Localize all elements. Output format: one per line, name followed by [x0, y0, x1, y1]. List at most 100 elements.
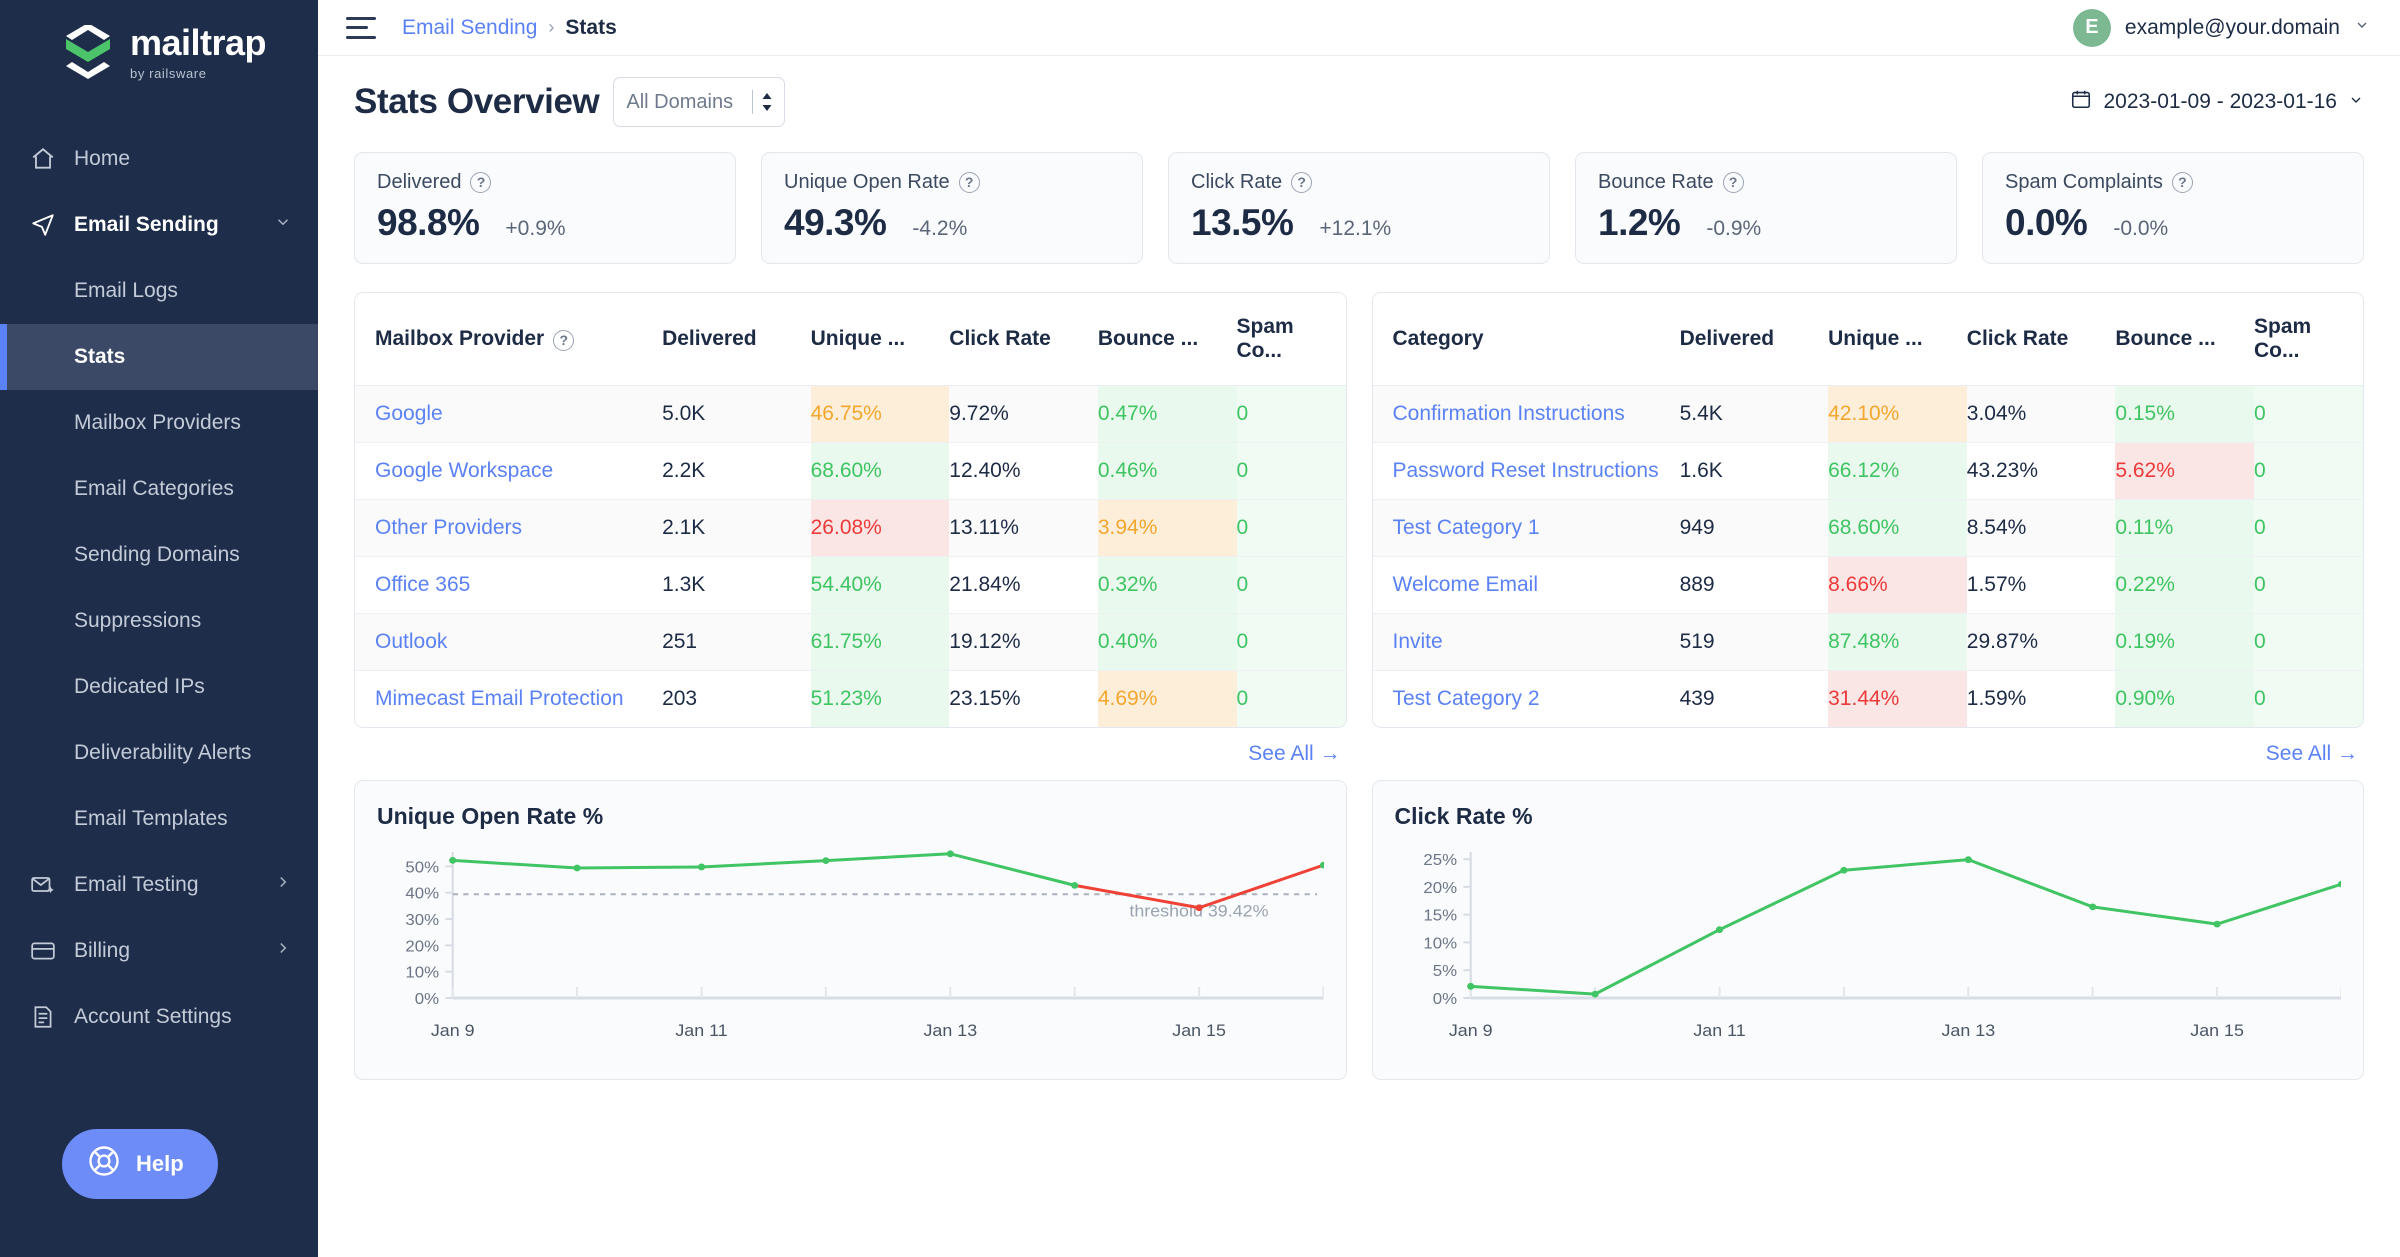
column-header[interactable]: Mailbox Provider?: [355, 293, 663, 386]
help-icon[interactable]: ?: [553, 330, 575, 351]
row-name-link[interactable]: Test Category 1: [1393, 516, 1540, 539]
row-name-link[interactable]: Mimecast Email Protection: [375, 687, 624, 710]
table-row[interactable]: Google 5.0K 46.75% 9.72% 0.47% 0: [355, 385, 1346, 443]
table-row[interactable]: Confirmation Instructions 5.4K 42.10% 3.04%…: [1372, 385, 2363, 443]
sidebar-item-label: Email Templates: [74, 807, 228, 830]
bounce-rate-cell: 4.69%: [1097, 670, 1237, 727]
brand-logo[interactable]: mailtrap by railsware: [0, 0, 318, 106]
row-name-link[interactable]: Invite: [1393, 630, 1443, 653]
table-row[interactable]: Office 365 1.3K 54.40% 21.84% 0.32% 0: [355, 556, 1346, 614]
kpi-delta: -0.9%: [1706, 217, 1762, 240]
column-header[interactable]: Click Rate: [1966, 293, 2116, 386]
table-row[interactable]: Invite 519 87.48% 29.87% 0.19% 0: [1372, 613, 2363, 671]
kpi-label: Spam Complaints ?: [2005, 171, 2341, 194]
row-name-cell[interactable]: Office 365: [355, 556, 663, 614]
help-icon[interactable]: ?: [958, 172, 980, 193]
chevron-right-icon[interactable]: [274, 939, 292, 963]
date-range-picker[interactable]: 2023-01-09 - 2023-01-16: [2070, 88, 2364, 116]
chevron-down-icon[interactable]: [2354, 17, 2370, 38]
column-header[interactable]: Bounce ...: [2115, 293, 2254, 386]
row-name-link[interactable]: Office 365: [375, 573, 470, 596]
sidebar-item-dedicated-ips[interactable]: Dedicated IPs: [0, 654, 318, 720]
table-row[interactable]: Test Category 2 439 31.44% 1.59% 0.90% 0: [1373, 670, 2363, 728]
breadcrumb-parent-link[interactable]: Email Sending: [402, 16, 537, 40]
row-name-link[interactable]: Google Workspace: [375, 459, 553, 482]
sidebar-item-account-settings[interactable]: Account Settings: [0, 984, 318, 1050]
sidebar-item-email-categories[interactable]: Email Categories: [0, 456, 318, 522]
column-header[interactable]: Unique ...: [810, 293, 950, 386]
bounce-rate-cell: 0.40%: [1097, 613, 1237, 671]
column-header[interactable]: Delivered: [1679, 293, 1829, 386]
help-icon[interactable]: ?: [470, 172, 492, 193]
sidebar-item-stats[interactable]: Stats: [0, 324, 318, 390]
row-name-cell[interactable]: Password Reset Instructions: [1372, 442, 1680, 500]
table-row[interactable]: Other Providers 2.1K 26.08% 13.11% 3.94% 0: [355, 499, 1346, 557]
row-name-cell[interactable]: Test Category 2: [1373, 671, 1680, 728]
domain-filter-select[interactable]: All Domains: [613, 77, 786, 127]
see-all-link-providers[interactable]: See All →: [1248, 742, 1340, 766]
svg-text:0%: 0%: [415, 990, 439, 1008]
row-name-cell[interactable]: Welcome Email: [1372, 556, 1680, 614]
sidebar-item-label: Email Logs: [74, 279, 178, 302]
svg-text:Jan 15: Jan 15: [1172, 1020, 1226, 1039]
help-icon[interactable]: ?: [2171, 172, 2193, 193]
column-header[interactable]: Click Rate: [949, 293, 1098, 386]
column-header[interactable]: Bounce ...: [1097, 293, 1237, 386]
row-name-link[interactable]: Password Reset Instructions: [1393, 459, 1659, 482]
menu-toggle-icon[interactable]: [346, 16, 376, 39]
row-name-link[interactable]: Other Providers: [375, 516, 522, 539]
column-header[interactable]: Spam Co...: [1236, 293, 1346, 386]
help-icon[interactable]: ?: [1291, 172, 1313, 193]
row-name-cell[interactable]: Outlook: [355, 613, 663, 671]
chevron-right-icon[interactable]: [274, 873, 292, 897]
chevron-down-icon[interactable]: [2348, 90, 2364, 114]
delivered-cell: 1.6K: [1679, 442, 1829, 500]
chevron-down-icon[interactable]: [274, 213, 292, 237]
row-name-cell[interactable]: Google: [355, 385, 663, 443]
row-name-cell[interactable]: Google Workspace: [355, 442, 663, 500]
column-header[interactable]: Delivered: [662, 293, 811, 386]
see-all-link-categories[interactable]: See All →: [2266, 742, 2358, 766]
table-row[interactable]: Welcome Email 889 8.66% 1.57% 0.22% 0: [1372, 556, 2363, 614]
row-name-cell[interactable]: Mimecast Email Protection: [355, 671, 662, 728]
row-name-link[interactable]: Test Category 2: [1393, 687, 1540, 710]
table-row[interactable]: Password Reset Instructions 1.6K 66.12% 43.…: [1372, 442, 2363, 500]
sidebar-item-email-templates[interactable]: Email Templates: [0, 786, 318, 852]
table-row[interactable]: Test Category 1 949 68.60% 8.54% 0.11% 0: [1372, 499, 2363, 557]
help-button[interactable]: Help: [62, 1129, 218, 1199]
bounce-rate-cell: 0.46%: [1097, 442, 1237, 500]
svg-text:Jan 9: Jan 9: [1448, 1020, 1492, 1039]
row-name-link[interactable]: Welcome Email: [1393, 573, 1538, 596]
sidebar-item-sending-domains[interactable]: Sending Domains: [0, 522, 318, 588]
table-row[interactable]: Outlook 251 61.75% 19.12% 0.40% 0: [355, 613, 1346, 671]
user-menu[interactable]: E example@your.domain: [2072, 8, 2370, 47]
row-name-cell[interactable]: Invite: [1372, 613, 1680, 671]
row-name-link[interactable]: Google: [375, 402, 443, 425]
column-header[interactable]: Category: [1372, 293, 1680, 386]
kpi-value: 13.5%: [1191, 202, 1294, 243]
sidebar-item-email-testing[interactable]: Email Testing: [0, 852, 318, 918]
sidebar-item-label: Stats: [74, 345, 126, 368]
chart-plot-unique-open-rate: 0% 10% 20% 30% 40% 50% Jan 9 Jan 11 Jan 13 Jan 15…: [377, 840, 1324, 1055]
sidebar-item-email-sending[interactable]: Email Sending: [0, 192, 318, 258]
row-name-link[interactable]: Outlook: [375, 630, 447, 653]
help-icon[interactable]: ?: [1722, 172, 1744, 193]
svg-text:Jan 15: Jan 15: [2190, 1020, 2244, 1039]
table-row[interactable]: Mimecast Email Protection 203 51.23% 23.15%…: [355, 670, 1346, 728]
click-rate-cell: 13.11%: [949, 499, 1098, 557]
row-name-cell[interactable]: Other Providers: [355, 499, 663, 557]
row-name-cell[interactable]: Confirmation Instructions: [1372, 385, 1680, 443]
sidebar-item-mailbox-providers[interactable]: Mailbox Providers: [0, 390, 318, 456]
sidebar-item-deliverability-alerts[interactable]: Deliverability Alerts: [0, 720, 318, 786]
sidebar-item-suppressions[interactable]: Suppressions: [0, 588, 318, 654]
row-name-cell[interactable]: Test Category 1: [1372, 499, 1680, 557]
table-row[interactable]: Google Workspace 2.2K 68.60% 12.40% 0.46% 0: [355, 442, 1346, 500]
sidebar-item-home[interactable]: Home: [0, 126, 318, 192]
sidebar-item-billing[interactable]: Billing: [0, 918, 318, 984]
column-header[interactable]: Spam Co...: [2254, 293, 2363, 386]
chart-plot-click-rate: 0% 5% 10% 15% 20% 25% Jan 9 Jan 11 Jan 13 Jan 15: [1395, 840, 2341, 1055]
click-rate-cell: 43.23%: [1966, 442, 2116, 500]
column-header[interactable]: Unique ...: [1828, 293, 1967, 386]
sidebar-item-email-logs[interactable]: Email Logs: [0, 258, 318, 324]
row-name-link[interactable]: Confirmation Instructions: [1393, 402, 1625, 425]
